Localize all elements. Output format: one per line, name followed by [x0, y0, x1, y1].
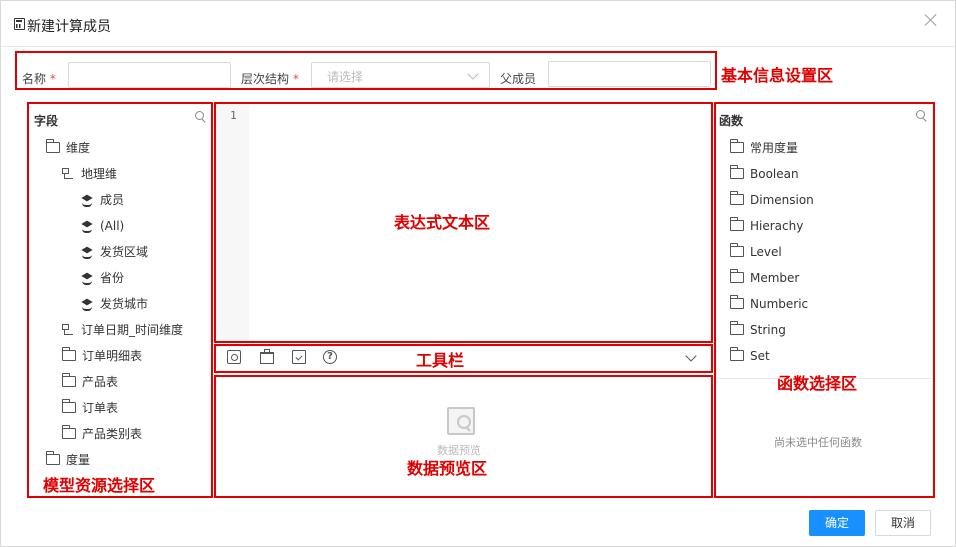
- function-select-annotation: 函数选择区: [777, 374, 858, 393]
- model-source-annotation: 模型资源选择区: [43, 476, 156, 495]
- close-icon[interactable]: [924, 13, 938, 27]
- calc-member-dialog: 新建计算成员 名称 * 层次结构 * 请选择 父成员 字段 维度 地理维 成员 (Al…: [0, 0, 956, 547]
- calculator-icon: [14, 18, 25, 30]
- function-select-region: [714, 102, 935, 498]
- expression-annotation: 表达式文本区: [394, 213, 491, 232]
- data-preview-annotation: 数据预览区: [407, 459, 488, 478]
- dialog-title-bar: 新建计算成员: [1, 1, 955, 47]
- toolbar-annotation: 工具栏: [416, 351, 465, 370]
- data-preview-region: [214, 375, 713, 498]
- cancel-button[interactable]: 取消: [875, 510, 931, 536]
- confirm-button[interactable]: 确定: [809, 510, 865, 536]
- model-source-region: [27, 102, 213, 498]
- basic-info-region: [15, 51, 717, 90]
- dialog-title: 新建计算成员: [27, 19, 111, 35]
- basic-info-annotation: 基本信息设置区: [721, 66, 834, 85]
